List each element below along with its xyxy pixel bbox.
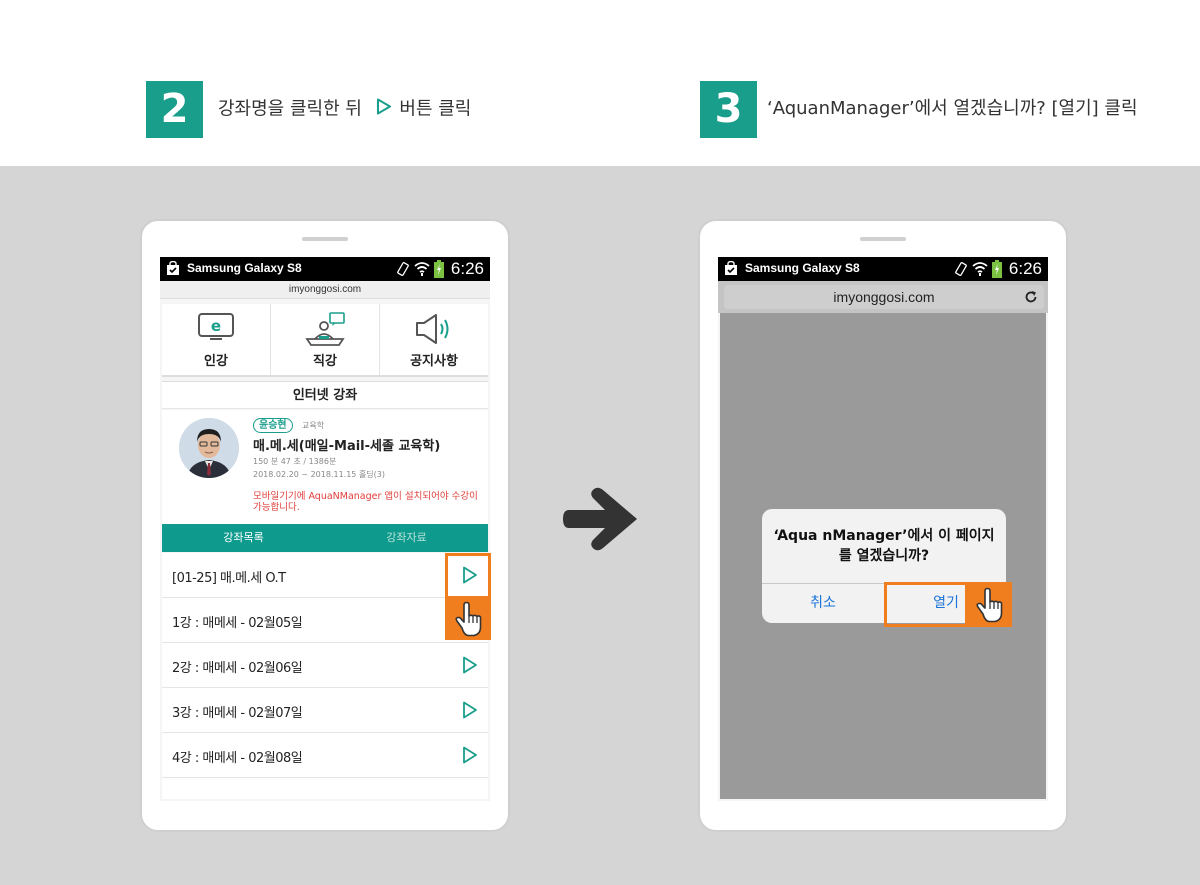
menu-label: 직강: [313, 354, 337, 369]
tap-indicator: [445, 598, 491, 640]
phone-speaker: [302, 237, 348, 241]
list-item[interactable]: 1강 : 매메세 - 02월05일: [162, 598, 488, 643]
step-2-text-after: 버튼 클릭: [399, 98, 472, 120]
tab-lecture-list[interactable]: 강좌목록: [162, 524, 325, 552]
lecture-title: 4강 : 매메세 - 02월08일: [172, 751, 303, 766]
course-duration: 150 분 47 초 / 1386분: [253, 457, 337, 466]
dialog-message: ‘Aqua nManager’에서 이 페이지 를 열겠습니까?: [762, 526, 1006, 566]
phone-speaker: [860, 237, 906, 241]
arrow-right-icon: [563, 486, 645, 556]
browser-toolbar: imyonggosi.com: [718, 281, 1048, 313]
play-icon[interactable]: [462, 656, 478, 678]
menu-item-live-lecture[interactable]: 직강: [271, 304, 380, 375]
reload-icon[interactable]: [1024, 289, 1038, 308]
hand-pointer-icon: [976, 587, 1003, 623]
status-icons: 6:26: [396, 259, 484, 279]
dialog-message-line1: ‘Aqua nManager’에서 이 페이지: [773, 528, 995, 544]
battery-icon: [991, 260, 1002, 278]
status-time: 6:26: [450, 259, 484, 278]
phone-screen-right: Samsung Galaxy S8 6:26 imyonggosi.com ‘A…: [718, 257, 1048, 801]
list-item[interactable]: 2강 : 매메세 - 02월06일: [162, 643, 488, 688]
monitor-e-icon: e: [198, 313, 234, 340]
svg-text:e: e: [211, 317, 221, 335]
menu-item-notice[interactable]: 공지사항: [380, 304, 488, 375]
tap-indicator: [966, 582, 1012, 627]
lecture-tabs: 강좌목록 강좌자료: [162, 524, 488, 552]
play-button-highlight: [445, 553, 491, 599]
course-name[interactable]: 매.메.세(매일-Mail-세졸 교육학): [253, 435, 440, 454]
list-item[interactable]: 3강 : 매메세 - 02월07일: [162, 688, 488, 733]
shopping-bag-icon: [166, 260, 180, 276]
phone-screen-left: Samsung Galaxy S8 6:26 imyonggosi.com e …: [160, 257, 490, 801]
teacher-avatar: [179, 418, 239, 478]
section-title: 인터넷 강좌: [162, 381, 488, 409]
tab-lecture-materials[interactable]: 강좌자료: [325, 524, 488, 552]
device-name: Samsung Galaxy S8: [745, 261, 860, 275]
teacher-name-badge: 윤승현: [253, 418, 293, 433]
lecture-card[interactable]: 윤승현 교육학 매.메.세(매일-Mail-세졸 교육학) 150 분 47 초…: [162, 410, 488, 524]
lecture-list: [01-25] 매.메.세 O.T 1강 : 매메세 - 02월05일 2강 :…: [162, 553, 488, 799]
menu-item-online-lecture[interactable]: e 인강: [162, 304, 271, 375]
lecture-title: 3강 : 매메세 - 02월07일: [172, 706, 303, 721]
app-install-notice: 모바일기기에 AquaNManager 앱이 설치되어야 수강이 가능합니다.: [253, 491, 478, 513]
step-2-text: 강좌명을 클릭한 뒤 버튼 클릭: [218, 98, 471, 121]
dialog-message-line2: 를 열겠습니까?: [838, 548, 930, 564]
play-icon[interactable]: [462, 746, 478, 768]
vibrate-icon: [955, 262, 967, 276]
cancel-button[interactable]: 취소: [762, 583, 884, 623]
status-time: 6:26: [1008, 259, 1042, 278]
address-bar[interactable]: imyonggosi.com: [724, 285, 1044, 309]
lecture-podium-icon: [305, 312, 345, 346]
course-period: 2018.02.20 ~ 2018.11.15 홀딩(3): [253, 470, 385, 479]
lecture-title: [01-25] 매.메.세 O.T: [172, 571, 286, 586]
teacher-subject: 교육학: [302, 421, 325, 430]
list-item[interactable]: 4강 : 매메세 - 02월08일: [162, 733, 488, 778]
step-3-text: ‘AquanManager’에서 열겠습니까? [열기] 클릭: [767, 98, 1138, 119]
lecture-title: 2강 : 매메세 - 02월06일: [172, 661, 303, 676]
speaker-icon: [416, 314, 449, 344]
status-bar: Samsung Galaxy S8 6:26: [160, 257, 490, 281]
lecture-title: 1강 : 매메세 - 02월05일: [172, 616, 303, 631]
step-2-badge: 2: [146, 81, 203, 138]
step-2-text-before: 강좌명을 클릭한 뒤: [218, 98, 362, 120]
wifi-icon: [972, 262, 988, 276]
main-menu: e 인강 직강 공지사항: [162, 304, 488, 377]
hand-pointer-icon: [455, 601, 482, 637]
menu-label: 인강: [204, 354, 228, 369]
play-icon: [376, 98, 392, 121]
step-3-badge: 3: [700, 81, 757, 138]
open-button-highlight: [884, 582, 968, 627]
list-item[interactable]: [01-25] 매.메.세 O.T: [162, 553, 488, 598]
phone-right: Samsung Galaxy S8 6:26 imyonggosi.com ‘A…: [698, 219, 1068, 832]
vibrate-icon: [397, 262, 409, 276]
instruction-header: 2 강좌명을 클릭한 뒤 버튼 클릭 3 ‘AquanManager’에서 열겠…: [0, 0, 1200, 166]
address-bar[interactable]: imyonggosi.com: [160, 281, 490, 299]
battery-icon: [433, 260, 444, 278]
play-icon[interactable]: [462, 701, 478, 723]
device-name: Samsung Galaxy S8: [187, 261, 302, 275]
status-bar: Samsung Galaxy S8 6:26: [718, 257, 1048, 281]
menu-label: 공지사항: [410, 354, 458, 369]
shopping-bag-icon: [724, 260, 738, 276]
status-icons: 6:26: [954, 259, 1042, 279]
wifi-icon: [414, 262, 430, 276]
phone-left: Samsung Galaxy S8 6:26 imyonggosi.com e …: [140, 219, 510, 832]
